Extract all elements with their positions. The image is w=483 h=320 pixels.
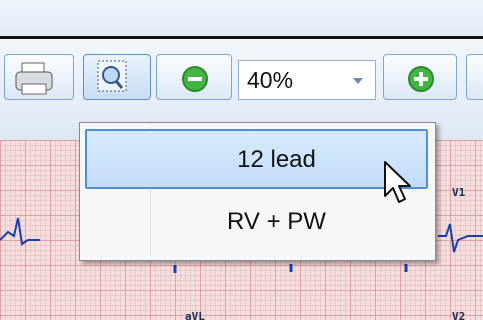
menu-item-12-lead[interactable]: 12 lead — [85, 129, 428, 189]
zoom-select-icon — [84, 60, 152, 105]
lead-label-v1: V1 — [452, 186, 466, 199]
mouse-cursor-icon — [383, 160, 413, 215]
title-bar — [0, 0, 483, 36]
zoom-value: 40% — [247, 67, 294, 93]
lead-label-avl: aVL — [185, 310, 205, 320]
zoom-select-button[interactable] — [83, 54, 151, 100]
zoom-out-button[interactable] — [156, 54, 232, 100]
print-button[interactable] — [4, 54, 74, 100]
lead-label-v2: V2 — [452, 310, 466, 320]
menu-item-rv-pw[interactable]: RV + PW — [85, 193, 428, 253]
chevron-down-icon[interactable] — [353, 78, 363, 84]
zoom-combobox[interactable]: 40% — [238, 60, 376, 100]
printer-icon — [5, 62, 75, 105]
toolbar-next-button[interactable] — [466, 54, 483, 100]
zoom-out-icon — [157, 66, 233, 105]
zoom-in-button[interactable] — [383, 54, 457, 100]
menu-item-label: 12 lead — [237, 146, 316, 173]
zoom-in-icon — [384, 66, 458, 105]
menu-item-label: RV + PW — [227, 208, 326, 235]
